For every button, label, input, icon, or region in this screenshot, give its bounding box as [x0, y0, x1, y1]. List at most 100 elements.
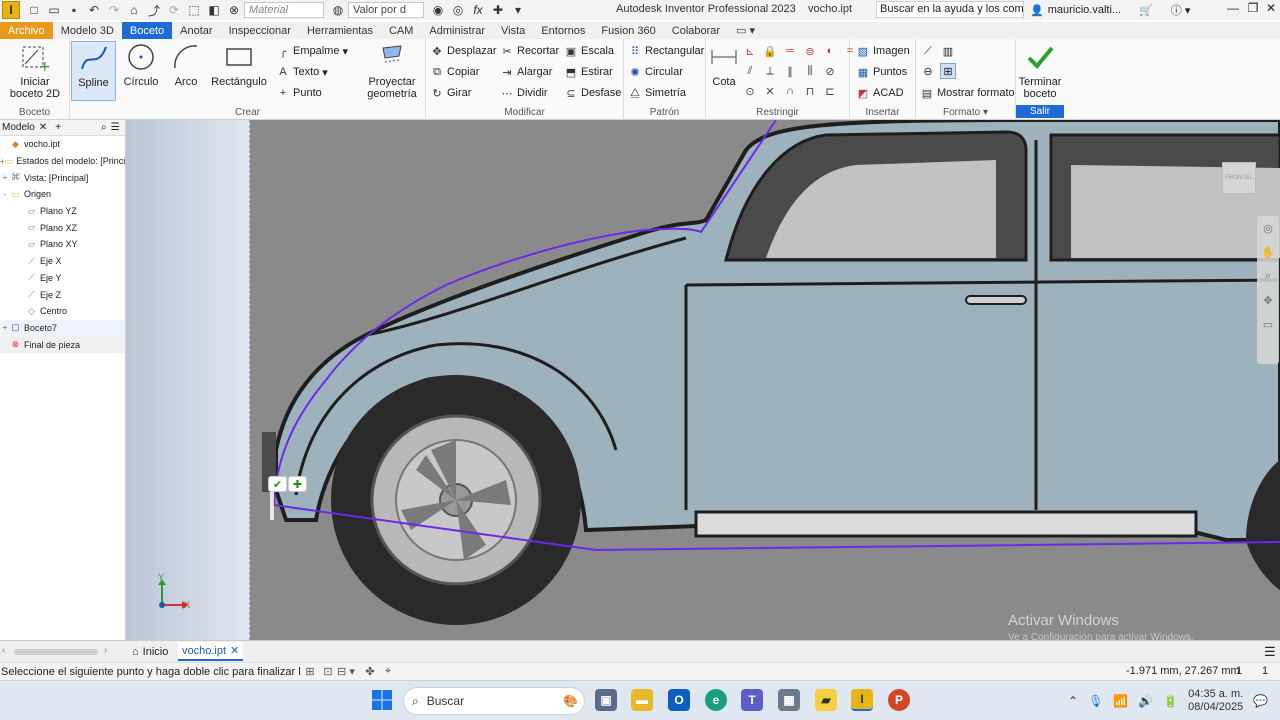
- collapse-icon[interactable]: -: [0, 190, 10, 199]
- tab-boceto[interactable]: Boceto: [121, 22, 173, 39]
- hide-constraints-constraint-icon[interactable]: ⊏: [822, 83, 838, 99]
- tangent-constraint-icon[interactable]: ∩: [782, 83, 798, 99]
- grid-snap-icon[interactable]: ⊞: [301, 664, 319, 680]
- close-icon[interactable]: ✕: [1260, 1, 1280, 19]
- scale-button[interactable]: ▣ Escala: [564, 42, 614, 60]
- centerline-icon[interactable]: ▥: [940, 43, 956, 59]
- clear-icon[interactable]: ⊗: [224, 1, 244, 19]
- tab-colaborar[interactable]: Colaborar: [664, 22, 728, 39]
- pan-hand-icon[interactable]: ✋: [1257, 240, 1279, 264]
- mirror-button[interactable]: ⧋ Simetría: [628, 84, 686, 102]
- scroll-right-icon[interactable]: ›: [104, 645, 107, 656]
- finish-sketch-button[interactable]: Terminar boceto: [1016, 41, 1064, 100]
- redo-icon[interactable]: ↷: [104, 1, 124, 19]
- tree-node[interactable]: ◆ vocho.ipt: [0, 136, 125, 153]
- expand-icon[interactable]: +: [0, 173, 10, 182]
- dropdown-icon[interactable]: ▾: [508, 1, 528, 19]
- tree-node[interactable]: + ▢ Boceto7: [0, 319, 125, 337]
- stretch-button[interactable]: ⬒ Estirar: [564, 63, 613, 81]
- clear-appearance-icon[interactable]: ◎: [448, 1, 468, 19]
- tab-cam[interactable]: CAM: [381, 22, 421, 39]
- tree-node[interactable]: + ⌘ Vista: [Principal]: [0, 169, 125, 186]
- perpendicular-constraint-icon[interactable]: ⟂: [762, 63, 778, 79]
- show-constraints-constraint-icon[interactable]: ⊘: [822, 63, 838, 79]
- symmetric-constraint-icon[interactable]: ⫼: [802, 63, 818, 79]
- points-button[interactable]: ▦ Puntos: [856, 63, 907, 81]
- move-button[interactable]: ✥ Desplazar: [430, 42, 496, 60]
- edge-icon[interactable]: e: [705, 689, 727, 711]
- tab-entornos[interactable]: Entornos: [533, 22, 593, 39]
- accept-check-icon[interactable]: ✔: [268, 476, 287, 492]
- help-search-input[interactable]: Buscar en la ayuda y los comandos...: [876, 1, 1024, 18]
- menu-icon[interactable]: ☰: [111, 122, 120, 133]
- file-explorer-icon[interactable]: ▬: [631, 689, 653, 711]
- constraint-settings-icon[interactable]: ⊟ ▾: [337, 664, 355, 680]
- rectangular-pattern-button[interactable]: ⠿ Rectangular: [628, 42, 704, 60]
- browser-scrollbar[interactable]: [14, 649, 98, 655]
- select-icon[interactable]: ⬚: [184, 1, 204, 19]
- tab-herramientas[interactable]: Herramientas: [299, 22, 381, 39]
- viewcube[interactable]: FRONTAL: [1222, 162, 1256, 194]
- sticky-notes-icon[interactable]: ▰: [815, 689, 837, 711]
- wifi-icon[interactable]: 📶: [1113, 694, 1128, 708]
- plus-icon[interactable]: ✚: [488, 1, 508, 19]
- collinear-constraint-icon[interactable]: ✕: [762, 83, 778, 99]
- start-2d-sketch-button[interactable]: + Iniciar boceto 2D: [6, 41, 64, 100]
- copy-button[interactable]: ⧉ Copiar: [430, 63, 479, 81]
- spline-button[interactable]: Spline: [71, 41, 116, 101]
- browser-tab-model[interactable]: Modelo: [2, 122, 35, 133]
- circle-button[interactable]: Círculo: [120, 41, 162, 88]
- tab-fusion-360[interactable]: Fusion 360: [593, 22, 663, 39]
- circular-pattern-button[interactable]: ✺ Circular: [628, 63, 683, 81]
- ribbon-options-icon[interactable]: ▭ ▾: [728, 22, 763, 39]
- appearance-override-icon[interactable]: ◉: [428, 1, 448, 19]
- battery-icon[interactable]: 🔋: [1163, 694, 1178, 708]
- open-folder-icon[interactable]: ▭: [44, 1, 64, 19]
- microphone-icon[interactable]: 🎙: [1088, 694, 1103, 708]
- task-view-icon[interactable]: ▣: [595, 689, 617, 711]
- orbit-icon[interactable]: ✥: [1257, 288, 1279, 312]
- return-icon[interactable]: ⤴: [144, 1, 164, 19]
- add-point-icon[interactable]: ✚: [288, 476, 307, 492]
- split-button[interactable]: ⋯ Dividir: [500, 84, 548, 102]
- update-icon[interactable]: ⟳: [164, 1, 184, 19]
- windows-start-icon[interactable]: [371, 689, 393, 711]
- coincident-constraint-icon[interactable]: ⊾: [742, 43, 758, 59]
- tree-node[interactable]: ▱ Plano XZ: [0, 219, 125, 236]
- construction-icon[interactable]: ⟋: [920, 43, 936, 59]
- color-wheel-icon[interactable]: ◍: [328, 1, 348, 19]
- minimize-icon[interactable]: —: [1222, 1, 1244, 19]
- tree-node[interactable]: ⟋ Eje X: [0, 253, 125, 270]
- steering-wheel-icon[interactable]: ◎: [1257, 216, 1279, 240]
- zoom-icon[interactable]: ⌕: [1257, 264, 1279, 288]
- point-button[interactable]: + Punto: [276, 84, 322, 102]
- add-tab-icon[interactable]: +: [55, 122, 61, 133]
- tree-node[interactable]: ⟋ Eje Z: [0, 286, 125, 303]
- help-icon[interactable]: ⓘ ▾: [1171, 2, 1191, 18]
- arc-button[interactable]: Arco: [166, 41, 206, 88]
- tab-administrar[interactable]: Administrar: [421, 22, 493, 39]
- concentric-constraint-icon[interactable]: ⊙: [742, 83, 758, 99]
- inventor-taskbar-icon[interactable]: I: [851, 689, 873, 711]
- save-icon[interactable]: ▪: [64, 1, 84, 19]
- tab-inspeccionar[interactable]: Inspeccionar: [221, 22, 299, 39]
- tab-document[interactable]: vocho.ipt ✕: [178, 642, 244, 661]
- graphics-window[interactable]: X Y ✔ ✚ FRONTAL ◎ ✋ ⌕ ✥ ▭ Activar Window…: [126, 120, 1280, 640]
- appearance-combo[interactable]: Valor por d: [348, 2, 424, 18]
- tab-archivo[interactable]: Archivo: [0, 22, 53, 39]
- text-button[interactable]: A Texto ▾: [276, 63, 328, 81]
- tab-home[interactable]: ⌂ Inicio: [128, 642, 172, 661]
- show-all-dof-icon[interactable]: ⌖: [379, 664, 397, 680]
- rotate-button[interactable]: ↻ Girar: [430, 84, 471, 102]
- rectangle-button[interactable]: Rectángulo: [210, 41, 268, 88]
- search-icon[interactable]: ⌕: [101, 122, 107, 133]
- smooth-constraint-icon[interactable]: ⊜: [802, 43, 818, 59]
- panel-label-formato[interactable]: Formato ▾: [916, 107, 1015, 118]
- expand-icon[interactable]: +: [0, 323, 10, 332]
- taskbar-search-input[interactable]: ⌕ Buscar 🎨: [403, 687, 585, 715]
- teams-icon[interactable]: T: [741, 689, 763, 711]
- inventor-logo-icon[interactable]: I: [2, 1, 20, 19]
- constraint-inference-icon[interactable]: ⊡: [319, 664, 337, 680]
- equal-constraint-icon[interactable]: ⊓: [802, 83, 818, 99]
- home-icon[interactable]: ⌂: [124, 1, 144, 19]
